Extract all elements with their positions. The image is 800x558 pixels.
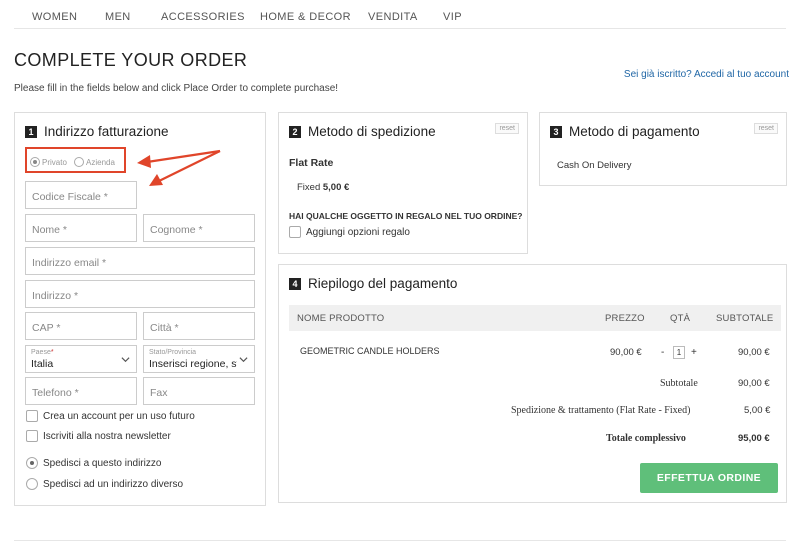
- grand-total-value: 95,00 €: [738, 433, 770, 444]
- product-price: 90,00 €: [610, 347, 642, 358]
- payment-method[interactable]: Cash On Delivery: [557, 160, 631, 171]
- subtotal-value: 90,00 €: [738, 378, 770, 389]
- ship-different-radio[interactable]: [26, 478, 38, 490]
- panel-title: Metodo di pagamento: [569, 124, 700, 139]
- create-account-checkbox[interactable]: [26, 410, 38, 422]
- newsletter-option[interactable]: Iscriviti alla nostra newsletter: [26, 430, 171, 442]
- stato-select[interactable]: Stato/Provincia Inserisci regione, stato…: [143, 345, 255, 373]
- gift-checkbox[interactable]: [289, 226, 301, 238]
- qty-increase-button[interactable]: +: [691, 347, 697, 358]
- shipping-method-name: Flat Rate: [289, 157, 334, 169]
- shipping-cost-value: 5,00 €: [744, 405, 771, 416]
- subtotal-label: Subtotale: [660, 378, 698, 389]
- shipping-cost-label: Spedizione & trattamento (Flat Rate - Fi…: [511, 405, 691, 416]
- step-number: 2: [289, 125, 301, 138]
- payment-reset-button[interactable]: reset: [754, 123, 778, 134]
- ship-different-option[interactable]: Spedisci ad un indirizzo diverso: [26, 478, 183, 490]
- newsletter-checkbox[interactable]: [26, 430, 38, 442]
- indirizzo-field[interactable]: Indirizzo *: [25, 280, 255, 308]
- nome-field[interactable]: Nome *: [25, 214, 137, 242]
- footer-divider: [14, 540, 786, 541]
- shipping-rate-price: 5,00 €: [322, 182, 350, 193]
- telefono-field[interactable]: Telefono *: [25, 377, 137, 405]
- qty-decrease-button[interactable]: -: [661, 347, 664, 358]
- qty-input[interactable]: 1: [673, 346, 685, 359]
- ship-same-option[interactable]: Spedisci a questo indirizzo: [26, 457, 161, 469]
- product-subtotal: 90,00 €: [738, 347, 770, 358]
- panel-title: Riepilogo del pagamento: [308, 276, 458, 291]
- gift-label: Aggiungi opzioni regalo: [306, 226, 410, 238]
- shipping-reset-button[interactable]: reset: [495, 123, 519, 134]
- email-field[interactable]: Indirizzo email *: [25, 247, 255, 275]
- citta-field[interactable]: Città *: [143, 312, 255, 340]
- ship-same-radio[interactable]: [26, 457, 38, 469]
- column-header: NOME PRODOTTO: [297, 313, 385, 324]
- summary-panel: 4 Riepilogo del pagamento NOME PRODOTTO …: [278, 264, 787, 503]
- shipping-rate[interactable]: Fixed 5,00 €: [297, 182, 349, 193]
- summary-table-header: NOME PRODOTTO PREZZO QTÀ SUBTOTALE: [289, 305, 781, 331]
- step-number: 4: [289, 277, 301, 290]
- cognome-field[interactable]: Cognome *: [143, 214, 255, 242]
- shipping-header: 2 Metodo di spedizione: [289, 124, 436, 139]
- gift-option[interactable]: Aggiungi opzioni regalo: [289, 226, 410, 238]
- paese-select[interactable]: Paese* Italia: [25, 345, 137, 373]
- product-name: GEOMETRIC CANDLE HOLDERS: [300, 346, 440, 356]
- payment-panel: 3 Metodo di pagamento reset Cash On Deli…: [539, 112, 787, 186]
- chevron-down-icon: [121, 357, 130, 363]
- payment-header: 3 Metodo di pagamento: [550, 124, 700, 139]
- column-header: PREZZO: [605, 313, 645, 324]
- create-account-label: Crea un account per un uso futuro: [43, 410, 195, 422]
- column-header: SUBTOTALE: [716, 313, 774, 324]
- grand-total-label: Totale complessivo: [606, 433, 686, 444]
- shipping-rate-label: Fixed: [297, 182, 321, 193]
- paese-value: Italia: [31, 358, 54, 370]
- codice-fiscale-field[interactable]: Codice Fiscale *: [25, 181, 137, 209]
- stato-value: Inserisci regione, stato o provincia: [149, 358, 237, 370]
- fax-field[interactable]: Fax: [143, 377, 255, 405]
- ship-same-label: Spedisci a questo indirizzo: [43, 457, 162, 469]
- paese-label: Paese*: [31, 349, 54, 356]
- stato-label: Stato/Provincia: [149, 349, 197, 356]
- gift-question: HAI QUALCHE OGGETTO IN REGALO NEL TUO OR…: [289, 211, 523, 221]
- panel-title: Metodo di spedizione: [308, 124, 436, 139]
- ship-different-label: Spedisci ad un indirizzo diverso: [43, 478, 184, 490]
- cap-field[interactable]: CAP *: [25, 312, 137, 340]
- chevron-down-icon: [239, 357, 248, 363]
- create-account-option[interactable]: Crea un account per un uso futuro: [26, 410, 195, 422]
- shipping-panel: 2 Metodo di spedizione reset Flat Rate F…: [278, 112, 528, 254]
- place-order-button[interactable]: EFFETTUA ORDINE: [640, 463, 778, 493]
- column-header: QTÀ: [670, 313, 691, 324]
- newsletter-label: Iscriviti alla nostra newsletter: [43, 430, 171, 442]
- step-number: 3: [550, 125, 562, 138]
- summary-header: 4 Riepilogo del pagamento: [289, 276, 457, 291]
